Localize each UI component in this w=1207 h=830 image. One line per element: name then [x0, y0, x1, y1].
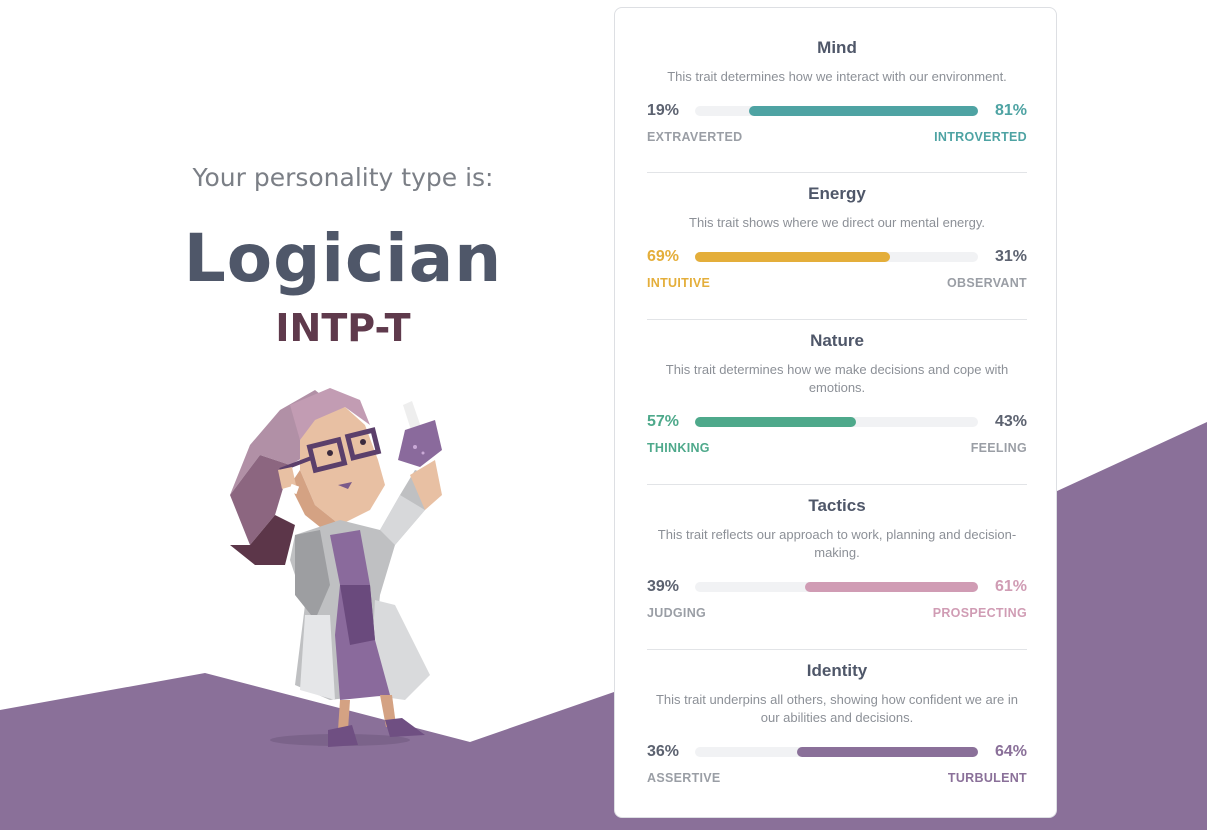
personality-type-name: Logician [183, 220, 503, 297]
trait-left-percent: 36% [647, 743, 680, 760]
results-page: Your personality type is: Logician INTP-… [0, 0, 1207, 830]
personality-type-code: INTP-T [275, 306, 411, 350]
trait-right-percent: 81% [994, 102, 1027, 119]
trait-progress-fill [695, 417, 857, 427]
trait-description: This trait underpins all others, showing… [655, 692, 1019, 725]
trait-description: This trait reflects our approach to work… [657, 527, 1017, 560]
trait-divider [647, 319, 1027, 320]
trait-results-card: Mind This trait determines how we interac… [614, 7, 1057, 818]
trait-right-label: PROSPECTING [932, 606, 1027, 620]
trait-right-label: TURBULENT [947, 771, 1027, 785]
trait-left-label: ASSERTIVE [647, 771, 721, 785]
trait-right-label: OBSERVANT [946, 276, 1027, 290]
trait-title: Identity [806, 661, 868, 680]
trait-tactics: Tactics This trait reflects our approach … [647, 496, 1027, 642]
trait-divider [647, 172, 1027, 173]
trait-left-percent: 57% [647, 413, 680, 430]
trait-left-label: INTUITIVE [647, 276, 711, 290]
trait-right-percent: 31% [994, 248, 1027, 265]
trait-nature: Nature This trait determines how we make … [647, 331, 1027, 477]
trait-progress-fill [796, 747, 978, 757]
trait-description: This trait determines how we interact wi… [667, 69, 1007, 84]
trait-left-label: JUDGING [647, 606, 707, 620]
trait-mind: Mind This trait determines how we interac… [647, 38, 1027, 166]
trait-right-label: FEELING [970, 441, 1027, 455]
trait-title: Tactics [808, 496, 866, 515]
trait-progress-bar [695, 252, 978, 262]
trait-left-percent: 69% [647, 248, 680, 265]
trait-right-percent: 64% [994, 743, 1027, 760]
trait-progress-fill [805, 582, 978, 592]
trait-divider [647, 484, 1027, 485]
trait-divider [647, 649, 1027, 650]
trait-title: Nature [810, 331, 864, 350]
trait-identity: Identity This trait underpins all others,… [647, 661, 1027, 807]
trait-left-label: EXTRAVERTED [647, 130, 743, 144]
trait-description: This trait shows where we direct our men… [689, 215, 985, 230]
trait-progress-bar [695, 106, 978, 116]
trait-progress-bar [695, 417, 978, 427]
trait-right-label: INTROVERTED [934, 130, 1027, 144]
trait-progress-bar [695, 582, 978, 592]
trait-right-percent: 61% [994, 578, 1027, 595]
intro-label: Your personality type is: [192, 163, 494, 192]
trait-left-percent: 39% [647, 578, 680, 595]
trait-title: Energy [808, 184, 866, 203]
trait-left-label: THINKING [647, 441, 710, 455]
logician-scientist-illustration [230, 388, 442, 747]
trait-description: This trait determines how we make decisi… [665, 362, 1009, 395]
trait-progress-fill [748, 106, 978, 116]
trait-title: Mind [817, 38, 857, 57]
trait-left-percent: 19% [647, 102, 680, 119]
trait-right-percent: 43% [994, 413, 1027, 430]
trait-energy: Energy This trait shows where we direct o… [647, 184, 1027, 312]
trait-progress-fill [695, 252, 891, 262]
trait-progress-bar [695, 747, 978, 757]
